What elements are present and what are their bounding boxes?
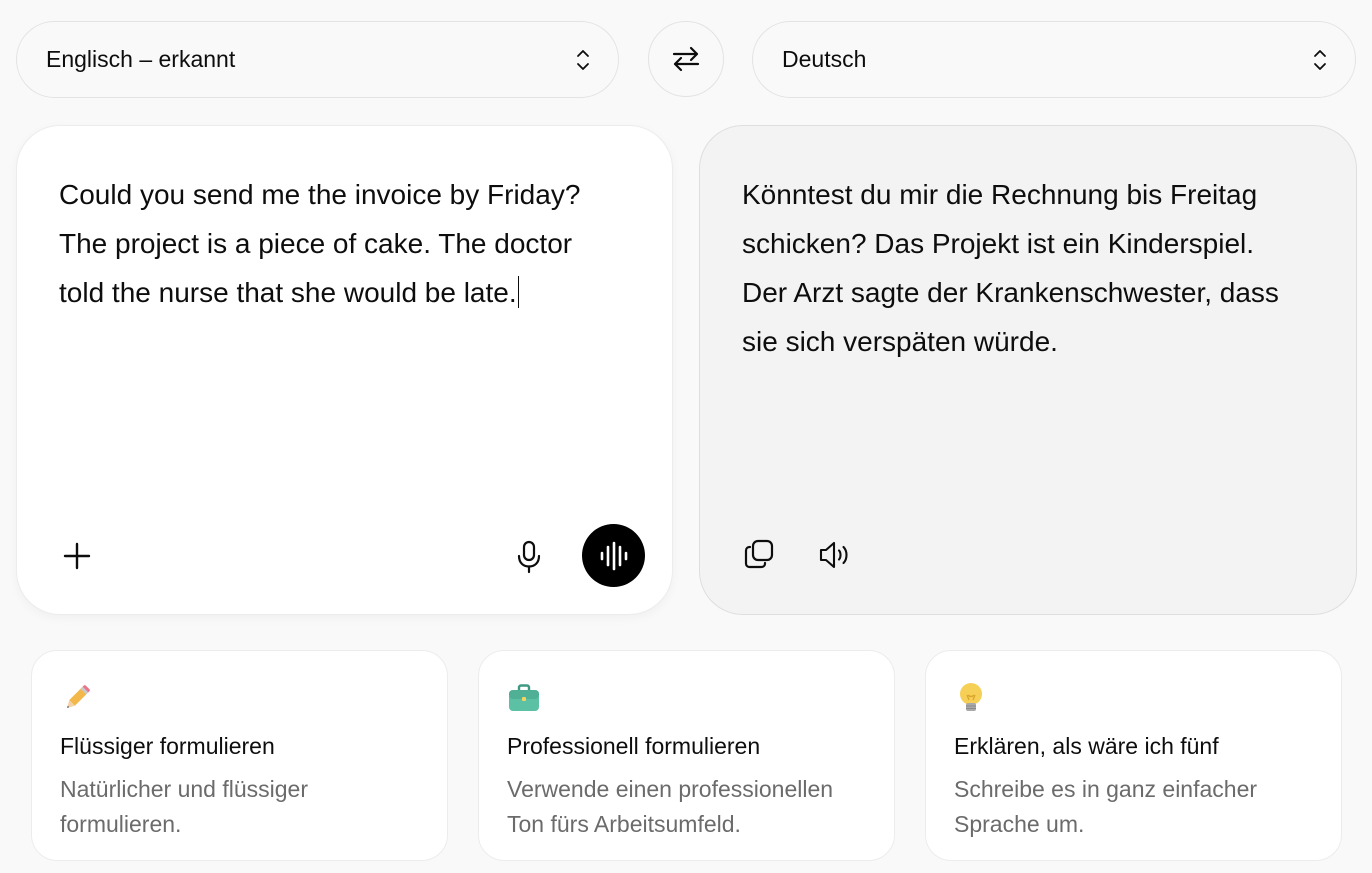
translation-panel: Könntest du mir die Rechnung bis Freitag… xyxy=(699,125,1357,615)
voice-waveform-icon xyxy=(600,541,627,570)
suggestion-title: Professionell formulieren xyxy=(507,733,761,759)
lightbulb-icon xyxy=(960,683,982,711)
add-attachment-button[interactable] xyxy=(57,536,97,576)
microphone-button[interactable] xyxy=(508,536,550,578)
microphone-icon xyxy=(517,540,541,574)
copy-icon xyxy=(744,539,774,569)
briefcase-icon xyxy=(509,684,539,711)
read-aloud-button[interactable] xyxy=(816,536,854,574)
suggestion-description: Schreibe es in ganz einfacher Sprache um… xyxy=(954,776,1258,837)
text-caret xyxy=(517,276,520,308)
translated-text: Könntest du mir die Rechnung bis Freitag… xyxy=(742,179,1279,357)
suggestion-title: Erklären, als wäre ich fünf xyxy=(954,733,1219,759)
suggestion-title: Flüssiger formulieren xyxy=(60,733,275,759)
source-text-panel: Could you send me the invoice by Friday?… xyxy=(16,125,673,615)
suggestion-description: Verwende einen professionellen Ton fürs … xyxy=(507,776,834,837)
swap-arrows-icon xyxy=(672,46,700,72)
pencil-icon xyxy=(67,685,90,708)
suggestion-card-fluent[interactable]: Flüssiger formulieren Natürlicher und fl… xyxy=(31,650,448,861)
source-language-select[interactable]: Englisch – erkannt xyxy=(16,21,619,98)
suggestion-description: Natürlicher und flüssiger formulieren. xyxy=(60,776,309,837)
target-language-select[interactable]: Deutsch xyxy=(752,21,1356,98)
speaker-icon xyxy=(819,541,848,569)
suggestion-card-explain-simply[interactable]: Erklären, als wäre ich fünf Schreibe es … xyxy=(925,650,1342,861)
copy-button[interactable] xyxy=(741,536,777,572)
translate-page: Englisch – erkannt Deutsch Could you sen… xyxy=(0,0,1372,873)
voice-mode-button[interactable] xyxy=(582,524,645,587)
chevron-up-down-icon xyxy=(1314,49,1326,70)
source-text-input[interactable]: Could you send me the invoice by Friday?… xyxy=(59,170,632,317)
suggestion-card-professional[interactable]: Professionell formulieren Verwende einen… xyxy=(478,650,895,861)
source-text: Could you send me the invoice by Friday?… xyxy=(59,179,581,308)
plus-icon xyxy=(63,542,91,570)
target-language-label: Deutsch xyxy=(782,46,867,72)
swap-languages-button[interactable] xyxy=(648,21,724,97)
source-language-label: Englisch – erkannt xyxy=(46,46,236,72)
chevron-up-down-icon xyxy=(577,49,589,70)
